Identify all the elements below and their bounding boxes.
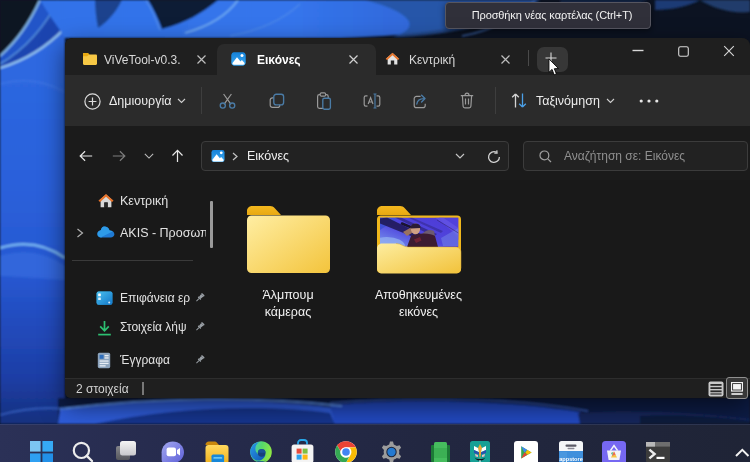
- svg-text:appstore: appstore: [559, 456, 583, 462]
